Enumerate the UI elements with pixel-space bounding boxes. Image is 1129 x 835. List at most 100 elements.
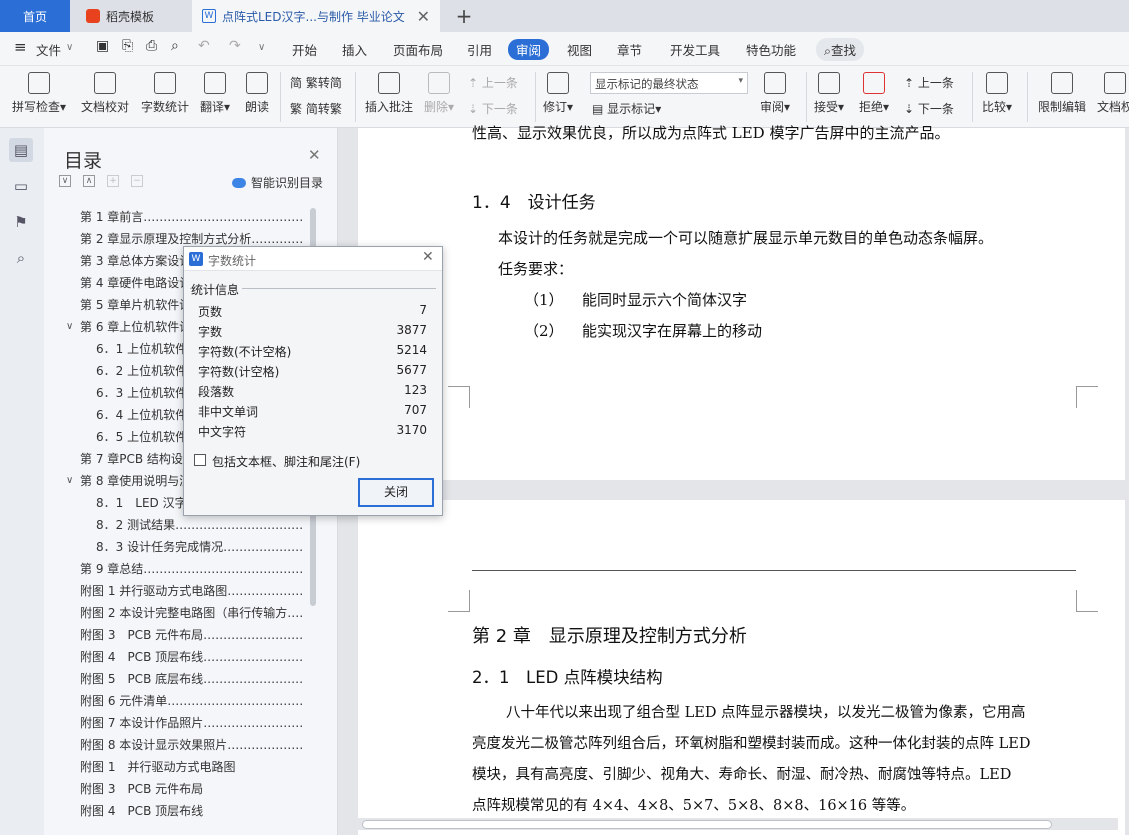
- menu-review[interactable]: 审阅: [508, 39, 550, 60]
- undo-icon[interactable]: ↶: [198, 38, 210, 54]
- close-icon[interactable]: ✕: [422, 249, 434, 265]
- menu-view[interactable]: 视图: [567, 40, 592, 59]
- stat-value: 5214: [396, 343, 427, 357]
- review-pane-button[interactable]: 审阅▾: [760, 72, 790, 115]
- stats-group-label: 统计信息: [191, 281, 243, 298]
- word-count-button[interactable]: 字数统计: [141, 72, 189, 115]
- paragraph[interactable]: 任务要求：: [498, 258, 573, 279]
- reject-button[interactable]: 拒绝▾: [859, 72, 889, 115]
- print-icon[interactable]: ⎙: [146, 38, 157, 54]
- menu-developer[interactable]: 开发工具: [670, 40, 720, 59]
- smart-toc-button[interactable]: 智能识别目录: [232, 174, 323, 191]
- next-comment-button[interactable]: ⇣ 下一条: [468, 100, 518, 117]
- compare-button[interactable]: 比较▾: [982, 72, 1012, 115]
- toc-item[interactable]: 附图 4 PCB 顶层布线……………………………………: [80, 646, 304, 668]
- new-tab-button[interactable]: +: [452, 0, 476, 32]
- paragraph[interactable]: 八十年代以来出现了组合型 LED 点阵显示器模块，以发光二极管为像素，它用高: [506, 701, 1026, 722]
- save-icon[interactable]: ▣: [96, 38, 109, 54]
- menu-insert[interactable]: 插入: [342, 40, 367, 59]
- remove-heading-icon[interactable]: −: [131, 175, 143, 187]
- insert-comment-button[interactable]: 插入批注: [365, 72, 413, 115]
- toc-item[interactable]: 第 9 章总结…………………………………………………: [80, 558, 304, 580]
- toc-pane-icon[interactable]: ▤: [9, 138, 33, 162]
- chapter-heading[interactable]: 第 2 章 显示原理及控制方式分析: [472, 622, 747, 648]
- trad-to-simp-button[interactable]: 简 繁转简: [290, 74, 342, 91]
- chevron-down-icon[interactable]: ∨: [66, 470, 73, 492]
- toc-item[interactable]: 附图 4 PCB 顶层布线: [80, 800, 304, 822]
- menu-start[interactable]: 开始: [292, 40, 317, 59]
- toc-item[interactable]: 8．3 设计任务完成情况…………………………………: [96, 536, 304, 558]
- paragraph[interactable]: 点阵规模常见的有 4×4、4×8、5×7、5×8、8×8、16×16 等等。: [472, 794, 915, 815]
- tab-document[interactable]: W 点阵式LED汉字...与制作 毕业论文 ✕: [192, 0, 440, 32]
- menu-features[interactable]: 特色功能: [746, 40, 796, 59]
- horizontal-scroll-thumb[interactable]: [362, 820, 1052, 829]
- toc-item[interactable]: 附图 2 本设计完整电路图（串行传输方……: [80, 602, 304, 624]
- menu-file[interactable]: 文件: [36, 40, 61, 59]
- menu-chapter[interactable]: 章节: [617, 40, 642, 59]
- redo-icon[interactable]: ↷: [229, 38, 241, 54]
- chevron-down-icon[interactable]: ∨: [66, 42, 73, 53]
- section-heading[interactable]: 1．4 设计任务: [472, 188, 596, 213]
- include-textbox-checkbox[interactable]: [194, 454, 206, 466]
- restrict-edit-button[interactable]: 限制编辑: [1038, 72, 1086, 115]
- spell-check-button[interactable]: 拼写检查▾: [12, 72, 66, 115]
- find-icon[interactable]: ⌕: [9, 246, 33, 270]
- paragraph[interactable]: 性高、显示效果优良，所以成为点阵式 LED 模字广告屏中的主流产品。: [472, 122, 949, 143]
- simp-to-trad-button[interactable]: 繁 简转繁: [290, 100, 342, 117]
- page: 第 2 章 显示原理及控制方式分析 2．1 LED 点阵模块结构 八十年代以来出…: [358, 500, 1125, 835]
- paragraph[interactable]: 模块，具有高亮度、引脚少、视角大、寿命长、耐湿、耐冷热、耐腐蚀等特点。LED: [472, 763, 1011, 784]
- menu-layout[interactable]: 页面布局: [393, 40, 443, 59]
- bookmark-icon[interactable]: ⚑: [9, 210, 33, 234]
- close-tab-icon[interactable]: ✕: [417, 7, 430, 26]
- toc-item[interactable]: 附图 6 元件清单…………………………………………: [80, 690, 304, 712]
- tab-home[interactable]: 首页: [0, 0, 70, 32]
- toc-item[interactable]: 附图 1 并行驱动方式电路图…………………………: [80, 580, 304, 602]
- next-change-button[interactable]: ⇣ 下一条: [904, 100, 954, 117]
- toc-item[interactable]: 附图 3 PCB 元件布局: [80, 778, 304, 800]
- tab-templates[interactable]: 稻壳模板: [72, 0, 190, 32]
- toc-item[interactable]: 附图 8 本设计显示效果照片……………………………: [80, 734, 304, 756]
- quick-access-chevron-icon[interactable]: ∨: [258, 42, 265, 53]
- toc-item[interactable]: 附图 3 PCB 元件布局……………………………………: [80, 624, 304, 646]
- menu-reference[interactable]: 引用: [467, 40, 492, 59]
- section-heading[interactable]: 2．1 LED 点阵模块结构: [472, 664, 663, 688]
- next-comment-icon: ⇣: [468, 102, 479, 116]
- toc-item[interactable]: 8．2 测试结果……………………………………………: [96, 514, 304, 536]
- add-heading-icon[interactable]: +: [107, 175, 119, 187]
- doc-rights-button[interactable]: 文档权: [1097, 72, 1129, 115]
- collapse-all-icon[interactable]: ∨: [59, 175, 71, 187]
- print-preview-icon[interactable]: ⌕: [171, 38, 179, 54]
- chapter-nav-icon[interactable]: ▭: [9, 174, 33, 198]
- toc-item[interactable]: 附图 1 并行驱动方式电路图: [80, 756, 304, 778]
- paragraph[interactable]: 本设计的任务就是完成一个可以随意扩展显示单元数目的单色动态条幅屏。: [498, 227, 993, 248]
- read-aloud-button[interactable]: 朗读: [245, 72, 269, 115]
- close-icon[interactable]: ✕: [308, 146, 321, 164]
- toc-item[interactable]: 附图 5 PCB 底层布线……………………………………: [80, 668, 304, 690]
- prev-change-button[interactable]: ⇡ 上一条: [904, 74, 954, 91]
- search-button[interactable]: ⌕查找: [816, 38, 865, 61]
- translate-button[interactable]: 翻译▾: [200, 72, 230, 115]
- toc-item[interactable]: 附图 7 本设计作品照片…………………………………: [80, 712, 304, 734]
- expand-up-icon[interactable]: ∧: [83, 175, 95, 187]
- list-item[interactable]: 能实现汉字在屏幕上的移动: [582, 320, 762, 341]
- export-icon[interactable]: ⎘: [122, 38, 133, 54]
- toc-item[interactable]: 第 1 章前言……………………………………………: [80, 206, 304, 228]
- tab-bar: 首页 稻壳模板 W 点阵式LED汉字...与制作 毕业论文 ✕ +: [0, 0, 1129, 32]
- accept-button[interactable]: 接受▾: [814, 72, 844, 115]
- list-item[interactable]: 能同时显示六个简体汉字: [582, 289, 747, 310]
- word-count-label: 字数统计: [141, 100, 190, 114]
- delete-comment-button[interactable]: 删除▾: [424, 72, 454, 115]
- dialog-titlebar[interactable]: W 字数统计 ✕: [184, 247, 442, 271]
- show-markup-button[interactable]: ▤ 显示标记▾: [592, 100, 661, 117]
- stat-label: 字符数(计空格): [198, 365, 280, 379]
- stat-value: 7: [419, 303, 427, 317]
- prev-comment-button[interactable]: ⇡ 上一条: [468, 74, 518, 91]
- paragraph[interactable]: 亮度发光二极管芯阵列组合后，环氧树脂和塑模封装而成。这种一体化封装的点阵 LED: [472, 732, 1030, 753]
- doc-proof-button[interactable]: 文档校对: [81, 72, 129, 115]
- hamburger-icon[interactable]: ≡: [14, 38, 27, 56]
- chevron-down-icon[interactable]: ∨: [66, 316, 73, 338]
- markup-state-select[interactable]: 显示标记的最终状态 ▾: [590, 72, 748, 94]
- track-changes-button[interactable]: 修订▾: [543, 72, 573, 115]
- close-button[interactable]: 关闭: [358, 478, 434, 507]
- prev-change-label: 上一条: [917, 76, 954, 90]
